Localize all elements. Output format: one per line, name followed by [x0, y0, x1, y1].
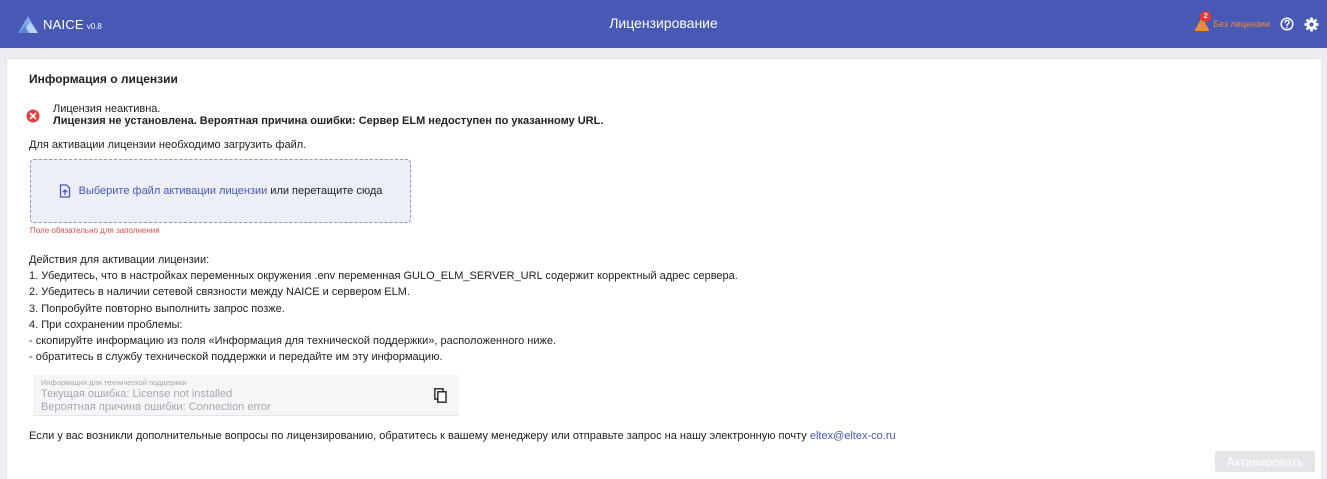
license-status[interactable]: Без лицензии [1213, 19, 1270, 29]
help-button[interactable] [1280, 17, 1294, 31]
file-dropzone[interactable]: Выберите файл активации лицензии или пер… [30, 159, 411, 223]
brand-version: v0.8 [86, 21, 102, 31]
gear-icon [1304, 16, 1319, 32]
activation-steps: Действия для активации лицензии: 1. Убед… [29, 252, 738, 365]
support-info-field[interactable]: Информация для технической поддержки Тек… [33, 375, 459, 416]
contact-info: Если у вас возникли дополнительные вопро… [29, 430, 896, 442]
activate-button[interactable]: Активировать [1215, 451, 1315, 472]
brand[interactable]: NAICE v0.8 [17, 14, 102, 34]
license-warning[interactable]: 2 [1194, 11, 1212, 32]
step-item: 1. Убедитесь, что в настройках переменны… [29, 270, 738, 283]
header-actions: 2 Без лицензии [1194, 11, 1319, 34]
support-info-reason: Вероятная причина ошибки: Connection err… [41, 401, 271, 413]
contact-text: Если у вас возникли дополнительные вопро… [29, 430, 807, 442]
support-info-error: Текущая ошибка: License not installed [41, 388, 233, 400]
contact-email-link[interactable]: eltex@eltex-co.ru [810, 430, 896, 442]
error-icon [26, 109, 40, 123]
license-error-reason: Лицензия не установлена. Вероятная причи… [53, 115, 604, 127]
step-item: 4. При сохранении проблемы: [29, 318, 183, 331]
step-item: 3. Попробуйте повторно выполнить запрос … [29, 302, 285, 315]
page-title: Лицензирование [609, 15, 718, 31]
required-field-hint: Поле обязательно для заполнения [30, 226, 160, 235]
brand-name: NAICE [43, 16, 84, 32]
top-bar: NAICE v0.8 Лицензирование 2 Без лицензии [0, 0, 1327, 48]
dropzone-hint: или перетащите сюда [270, 185, 383, 197]
upload-instruction: Для активации лицензии необходимо загруз… [29, 139, 307, 151]
license-card: Информация о лицензии Лицензия неактивна… [6, 58, 1322, 479]
step-item: - обратитесь в службу технической поддер… [29, 351, 443, 364]
choose-file-link[interactable]: Выберите файл активации лицензии [79, 185, 268, 197]
step-item: 2. Убедитесь в наличии сетевой связности… [29, 286, 410, 299]
license-status-text: Лицензия неактивна. [53, 103, 161, 115]
step-item: - скопируйте информацию из поля «Информа… [29, 335, 557, 348]
settings-button[interactable] [1304, 16, 1319, 32]
steps-title: Действия для активации лицензии: [29, 254, 210, 266]
file-upload-icon [59, 184, 70, 198]
support-info-label: Информация для технической поддержки [41, 378, 187, 387]
copy-icon[interactable] [434, 388, 447, 403]
logo-icon [18, 16, 38, 33]
help-icon [1280, 17, 1294, 31]
section-title: Информация о лицензии [29, 72, 178, 86]
